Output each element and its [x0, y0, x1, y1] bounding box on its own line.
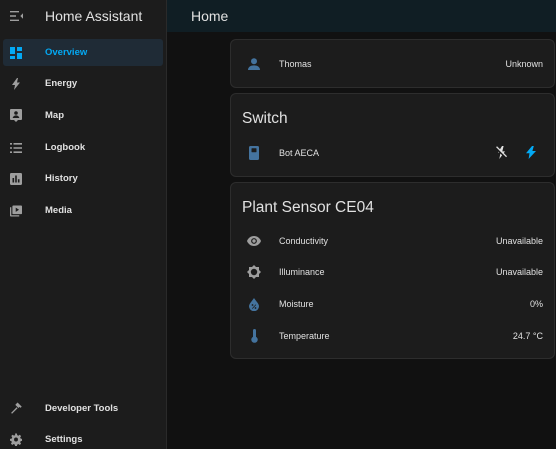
entity-row-conductivity[interactable]: Conductivity Unavailable — [231, 231, 554, 251]
play-box-icon — [10, 204, 22, 217]
entity-row-illuminance[interactable]: Illuminance Unavailable — [231, 262, 554, 282]
plant-sensor-entities-card: Plant Sensor CE04 Conductivity Unavailab… — [230, 182, 555, 359]
sidebar: Home Assistant Overview Energy Map Logbo… — [0, 0, 167, 449]
sidebar-item-logbook[interactable]: Logbook — [0, 134, 163, 161]
water-percent-icon — [247, 297, 261, 311]
top-app-bar: Home — [167, 0, 556, 32]
entity-row-thomas[interactable]: Thomas Unknown — [231, 54, 554, 74]
sidebar-header: Home Assistant — [0, 0, 166, 32]
entity-name: Bot AECA — [279, 148, 320, 158]
flash-off-icon[interactable] — [495, 146, 508, 159]
map-person-icon — [10, 109, 22, 122]
entity-state: Unavailable — [495, 236, 543, 246]
entity-state: Unavailable — [495, 267, 543, 277]
sidebar-item-settings[interactable]: Settings — [0, 426, 163, 449]
card-title: Plant Sensor CE04 — [242, 199, 374, 216]
entity-name: Conductivity — [279, 236, 329, 246]
view-dashboard-icon — [10, 46, 22, 59]
sidebar-item-label: Overview — [45, 47, 88, 58]
sidebar-item-map[interactable]: Map — [0, 102, 163, 129]
chart-box-icon — [10, 172, 22, 185]
card-title: Switch — [242, 110, 288, 127]
eye-icon — [247, 234, 261, 248]
page-title: Home — [191, 8, 229, 24]
hammer-icon — [10, 402, 22, 415]
thermometer-icon — [247, 329, 261, 343]
sidebar-item-history[interactable]: History — [0, 165, 163, 192]
sidebar-item-label: Media — [45, 205, 72, 216]
brightness-icon — [247, 265, 261, 279]
entity-state: 24.7 °C — [512, 331, 543, 341]
entity-name: Temperature — [279, 331, 330, 341]
entity-row-bot-aeca[interactable]: Bot AECA — [231, 143, 554, 163]
menu-toggle-button[interactable] — [0, 0, 34, 32]
lightning-icon — [10, 77, 22, 90]
app-title: Home Assistant — [45, 8, 143, 24]
sidebar-item-developer-tools[interactable]: Developer Tools — [0, 395, 163, 422]
sidebar-item-label: Logbook — [45, 142, 86, 153]
sidebar-item-overview[interactable]: Overview — [3, 39, 163, 66]
sidebar-item-label: Energy — [45, 78, 78, 89]
entity-state: 0% — [529, 299, 543, 309]
entity-row-temperature[interactable]: Temperature 24.7 °C — [231, 326, 554, 346]
sidebar-item-label: Developer Tools — [45, 403, 119, 414]
person-entity-card: Thomas Unknown — [230, 39, 555, 88]
sidebar-item-energy[interactable]: Energy — [0, 70, 163, 97]
entity-name: Thomas — [279, 59, 312, 69]
remote-icon — [247, 146, 261, 160]
switch-entities-card: Switch Bot AECA — [230, 93, 555, 177]
entity-name: Illuminance — [279, 267, 325, 277]
sidebar-item-media[interactable]: Media — [0, 197, 163, 224]
list-icon — [10, 142, 22, 154]
flash-icon[interactable] — [526, 146, 536, 159]
entity-state: Unknown — [505, 59, 543, 69]
entity-name: Moisture — [279, 299, 314, 309]
sidebar-item-label: Map — [45, 110, 64, 121]
account-icon — [247, 57, 261, 71]
cog-icon — [10, 433, 22, 446]
sidebar-item-label: History — [45, 173, 78, 184]
menu-collapse-icon — [10, 10, 24, 22]
sidebar-item-label: Settings — [45, 434, 83, 445]
entity-row-moisture[interactable]: Moisture 0% — [231, 294, 554, 314]
